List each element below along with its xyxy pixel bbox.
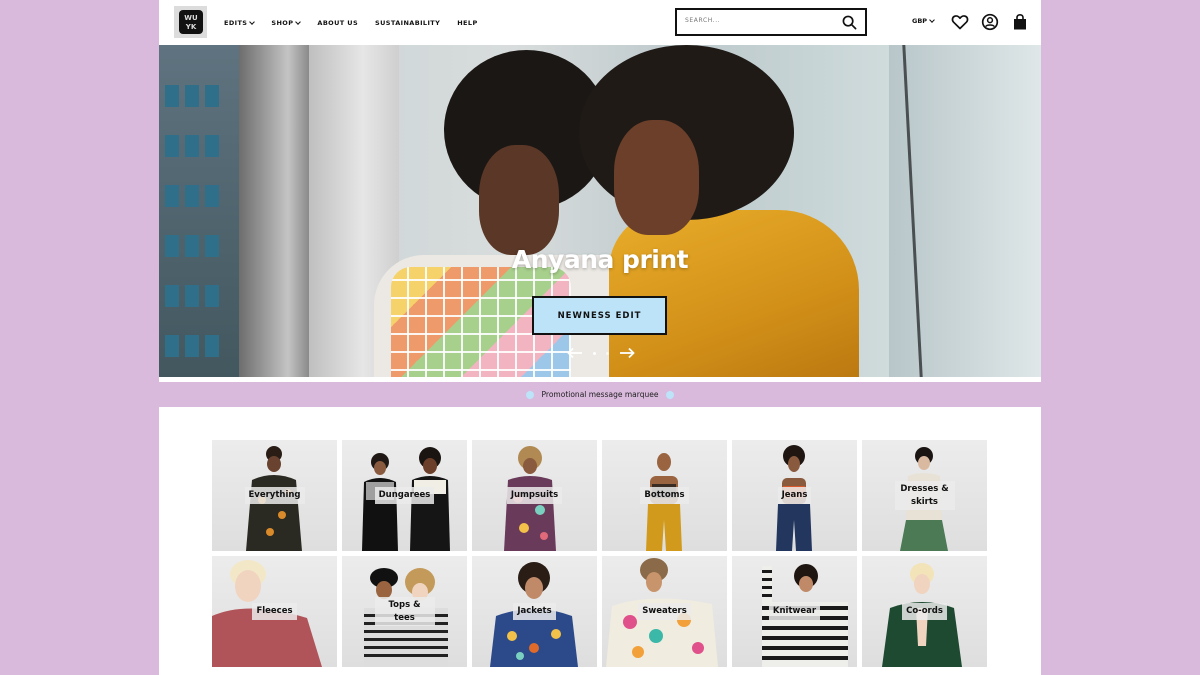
model-image [364, 568, 448, 667]
category-section: Everything Dungarees Jumpsuits Bottoms J… [159, 407, 1041, 675]
arrow-right-icon[interactable] [619, 347, 635, 359]
model-image [646, 453, 682, 551]
category-tile-dungarees[interactable]: Dungarees [342, 440, 467, 551]
nav-item-shop[interactable]: SHOP [271, 18, 302, 27]
search-box [675, 8, 867, 36]
hero-model-right-jacket [609, 210, 859, 377]
category-tile-everything[interactable]: Everything [212, 440, 337, 551]
nav-item-sustainability[interactable]: SUSTAINABILITY [375, 19, 440, 27]
promo-marquee: Promotional message marquee [159, 382, 1041, 407]
site-header: WU YK EDITS SHOP ABOUT US SUSTAINABILITY… [159, 0, 1041, 45]
category-tile-jeans[interactable]: Jeans [732, 440, 857, 551]
nav-item-about-us[interactable]: ABOUT US [317, 19, 358, 27]
svg-text:WU: WU [184, 14, 198, 22]
nav-item-label: ABOUT US [317, 18, 359, 27]
chevron-down-icon [295, 18, 302, 25]
model-image [212, 560, 322, 667]
category-tile-tops-tees[interactable]: Tops & tees [342, 556, 467, 667]
hero-banner: Anyana print NEWNESS EDIT [159, 45, 1041, 377]
category-tile-fleeces[interactable]: Fleeces [212, 556, 337, 667]
nav-item-help[interactable]: HELP [457, 19, 477, 27]
heart-icon[interactable] [951, 13, 969, 31]
nav-item-label: SUSTAINABILITY [375, 18, 441, 27]
category-tile-knitwear[interactable]: Knitwear [732, 556, 857, 667]
arrow-left-icon[interactable] [567, 347, 583, 359]
currency-label: GBP [912, 17, 928, 25]
wuyk-logo-icon: WU YK [178, 10, 203, 34]
model-image [606, 558, 718, 667]
bag-icon[interactable] [1011, 13, 1029, 31]
model-image [900, 447, 948, 551]
hero-slider-controls [567, 347, 635, 359]
category-tile-sweaters[interactable]: Sweaters [602, 556, 727, 667]
model-image [776, 445, 812, 551]
model-image [882, 563, 962, 667]
category-tile-dresses-skirts[interactable]: Dresses & skirts [862, 440, 987, 551]
chevron-down-icon [929, 17, 935, 23]
logo[interactable]: WU YK [174, 6, 207, 38]
nav-item-label: HELP [457, 18, 478, 27]
model-image [246, 446, 302, 551]
model-image [490, 562, 578, 667]
category-tile-co-ords[interactable]: Co-ords [862, 556, 987, 667]
category-tile-jackets[interactable]: Jackets [472, 556, 597, 667]
slide-dot-2[interactable] [606, 351, 609, 355]
nav-item-edits[interactable]: EDITS [224, 18, 256, 27]
category-grid: Everything Dungarees Jumpsuits Bottoms J… [212, 440, 987, 667]
search-icon[interactable] [842, 15, 857, 30]
marquee-text: Promotional message marquee [541, 390, 659, 399]
nav-item-label: EDITS [224, 18, 248, 27]
main-nav: EDITS SHOP ABOUT US SUSTAINABILITY HELP [224, 0, 478, 45]
nav-item-label: SHOP [271, 18, 294, 27]
hero-model-left-face [479, 145, 559, 255]
account-icon[interactable] [981, 13, 999, 31]
currency-selector[interactable]: GBP [912, 17, 935, 25]
site-container: WU YK EDITS SHOP ABOUT US SUSTAINABILITY… [159, 0, 1041, 675]
chevron-down-icon [249, 18, 256, 25]
svg-text:YK: YK [184, 23, 196, 31]
sparkle-icon [666, 390, 675, 399]
model-image [362, 447, 450, 551]
hero-model-right-face [614, 120, 699, 235]
model-image [504, 446, 556, 551]
search-input[interactable] [685, 17, 835, 24]
sparkle-icon [525, 390, 534, 399]
model-image [762, 564, 848, 667]
hero-image-building [159, 45, 239, 377]
slide-dot-1[interactable] [593, 351, 596, 355]
hero-title: Anyana print [511, 245, 689, 274]
newness-edit-button[interactable]: NEWNESS EDIT [532, 296, 667, 335]
category-tile-jumpsuits[interactable]: Jumpsuits [472, 440, 597, 551]
category-tile-bottoms[interactable]: Bottoms [602, 440, 727, 551]
